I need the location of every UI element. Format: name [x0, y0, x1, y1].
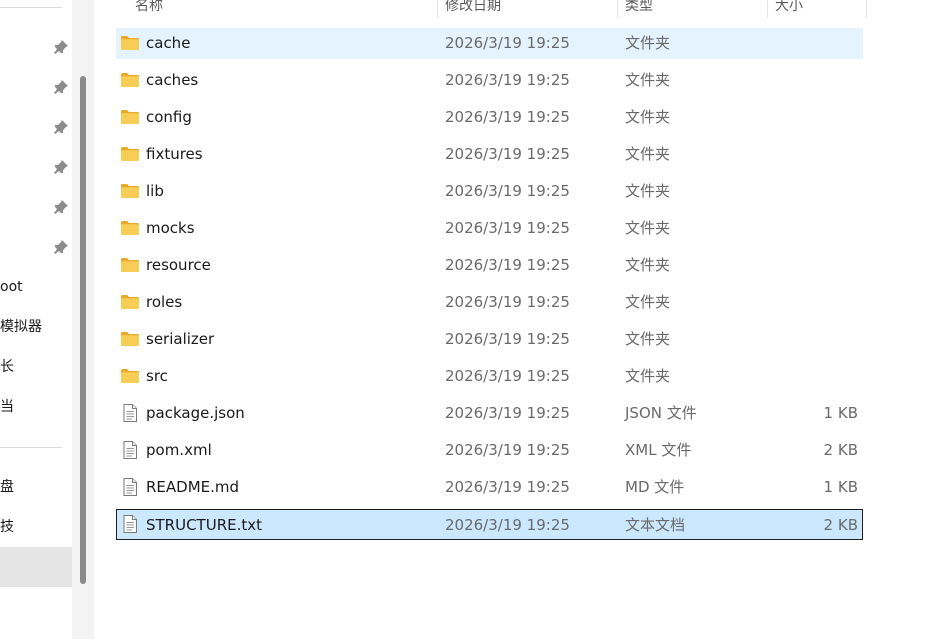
nav-item-label[interactable]: 盘: [0, 477, 14, 497]
file-type: 文件夹: [625, 182, 671, 200]
modified-date: 2026/3/19 19:25: [445, 219, 570, 237]
column-header-name[interactable]: 名称: [135, 0, 163, 18]
nav-divider: [0, 7, 62, 8]
folder-row[interactable]: src 2026/3/19 19:25 文件夹: [116, 361, 863, 392]
document-icon: [120, 403, 140, 423]
folder-row[interactable]: serializer 2026/3/19 19:25 文件夹: [116, 324, 863, 355]
folder-row[interactable]: resource 2026/3/19 19:25 文件夹: [116, 250, 863, 281]
pin-icon[interactable]: [53, 199, 69, 215]
folder-icon: [120, 218, 140, 238]
file-type: 文件夹: [625, 367, 671, 385]
file-type: 文件夹: [625, 71, 671, 89]
pin-icon[interactable]: [53, 39, 69, 55]
modified-date: 2026/3/19 19:25: [445, 71, 570, 89]
nav-divider: [0, 447, 62, 448]
folder-icon: [120, 33, 140, 53]
file-type: 文本文档: [625, 516, 686, 534]
folder-row[interactable]: fixtures 2026/3/19 19:25 文件夹: [116, 139, 863, 170]
pin-icon[interactable]: [53, 239, 69, 255]
modified-date: 2026/3/19 19:25: [445, 404, 570, 422]
file-type: MD 文件: [625, 478, 685, 496]
file-row[interactable]: README.md 2026/3/19 19:25 MD 文件 1 KB: [116, 472, 863, 503]
folder-icon: [120, 70, 140, 90]
file-name: package.json: [146, 404, 245, 422]
pin-icon[interactable]: [53, 79, 69, 95]
file-name: config: [146, 108, 192, 126]
folder-row[interactable]: lib 2026/3/19 19:25 文件夹: [116, 176, 863, 207]
file-name: serializer: [146, 330, 215, 348]
nav-scrollbar[interactable]: [80, 76, 86, 584]
file-row[interactable]: STRUCTURE.txt 2026/3/19 19:25 文本文档 2 KB: [116, 509, 863, 540]
folder-row[interactable]: caches 2026/3/19 19:25 文件夹: [116, 65, 863, 96]
file-name: pom.xml: [146, 441, 212, 459]
modified-date: 2026/3/19 19:25: [445, 330, 570, 348]
folder-icon: [120, 255, 140, 275]
file-size: 1 KB: [823, 404, 858, 422]
folder-row[interactable]: cache 2026/3/19 19:25 文件夹: [116, 28, 863, 59]
modified-date: 2026/3/19 19:25: [445, 478, 570, 496]
file-name: cache: [146, 34, 191, 52]
file-type: JSON 文件: [625, 404, 697, 422]
file-name: README.md: [146, 478, 240, 496]
nav-item-selected[interactable]: [0, 547, 72, 587]
modified-date: 2026/3/19 19:25: [445, 516, 570, 534]
file-name: mocks: [146, 219, 195, 237]
file-type: 文件夹: [625, 145, 671, 163]
file-size: 2 KB: [823, 516, 858, 534]
file-name: lib: [146, 182, 164, 200]
pin-icon[interactable]: [53, 119, 69, 135]
column-header-size[interactable]: 大小: [775, 0, 803, 18]
nav-item-label[interactable]: 当: [0, 397, 14, 417]
file-type: 文件夹: [625, 108, 671, 126]
file-name: resource: [146, 256, 211, 274]
file-name: roles: [146, 293, 183, 311]
file-size: 2 KB: [823, 441, 858, 459]
folder-icon: [120, 144, 140, 164]
nav-item-label[interactable]: 技: [0, 517, 14, 537]
file-name: src: [146, 367, 168, 385]
folder-row[interactable]: config 2026/3/19 19:25 文件夹: [116, 102, 863, 133]
folder-icon: [120, 107, 140, 127]
folder-icon: [120, 181, 140, 201]
document-icon: [120, 440, 140, 460]
navigation-pane: oot 模拟器 长 当 盘 技: [0, 0, 72, 639]
folder-icon: [120, 366, 140, 386]
nav-item-label[interactable]: 长: [0, 357, 14, 377]
document-icon: [120, 514, 140, 534]
file-type: XML 文件: [625, 441, 692, 459]
modified-date: 2026/3/19 19:25: [445, 145, 570, 163]
nav-item-label[interactable]: 模拟器: [0, 317, 42, 337]
pin-icon[interactable]: [53, 159, 69, 175]
document-icon: [120, 477, 140, 497]
column-separator[interactable]: [617, 0, 618, 18]
column-separator[interactable]: [866, 0, 867, 18]
folder-row[interactable]: mocks 2026/3/19 19:25 文件夹: [116, 213, 863, 244]
modified-date: 2026/3/19 19:25: [445, 34, 570, 52]
modified-date: 2026/3/19 19:25: [445, 367, 570, 385]
folder-icon: [120, 329, 140, 349]
file-name: fixtures: [146, 145, 203, 163]
modified-date: 2026/3/19 19:25: [445, 293, 570, 311]
file-name: caches: [146, 71, 199, 89]
file-type: 文件夹: [625, 330, 671, 348]
file-row[interactable]: pom.xml 2026/3/19 19:25 XML 文件 2 KB: [116, 435, 863, 466]
column-header-type[interactable]: 类型: [625, 0, 653, 18]
modified-date: 2026/3/19 19:25: [445, 256, 570, 274]
file-type: 文件夹: [625, 293, 671, 311]
file-name: STRUCTURE.txt: [146, 516, 263, 534]
column-separator[interactable]: [437, 0, 438, 18]
file-type: 文件夹: [625, 256, 671, 274]
modified-date: 2026/3/19 19:25: [445, 108, 570, 126]
modified-date: 2026/3/19 19:25: [445, 182, 570, 200]
column-separator[interactable]: [767, 0, 768, 18]
nav-item-label[interactable]: oot: [0, 277, 23, 297]
folder-icon: [120, 292, 140, 312]
file-size: 1 KB: [823, 478, 858, 496]
file-type: 文件夹: [625, 219, 671, 237]
file-type: 文件夹: [625, 34, 671, 52]
modified-date: 2026/3/19 19:25: [445, 441, 570, 459]
folder-row[interactable]: roles 2026/3/19 19:25 文件夹: [116, 287, 863, 318]
file-row[interactable]: package.json 2026/3/19 19:25 JSON 文件 1 KB: [116, 398, 863, 429]
column-header-date[interactable]: 修改日期: [445, 0, 501, 18]
